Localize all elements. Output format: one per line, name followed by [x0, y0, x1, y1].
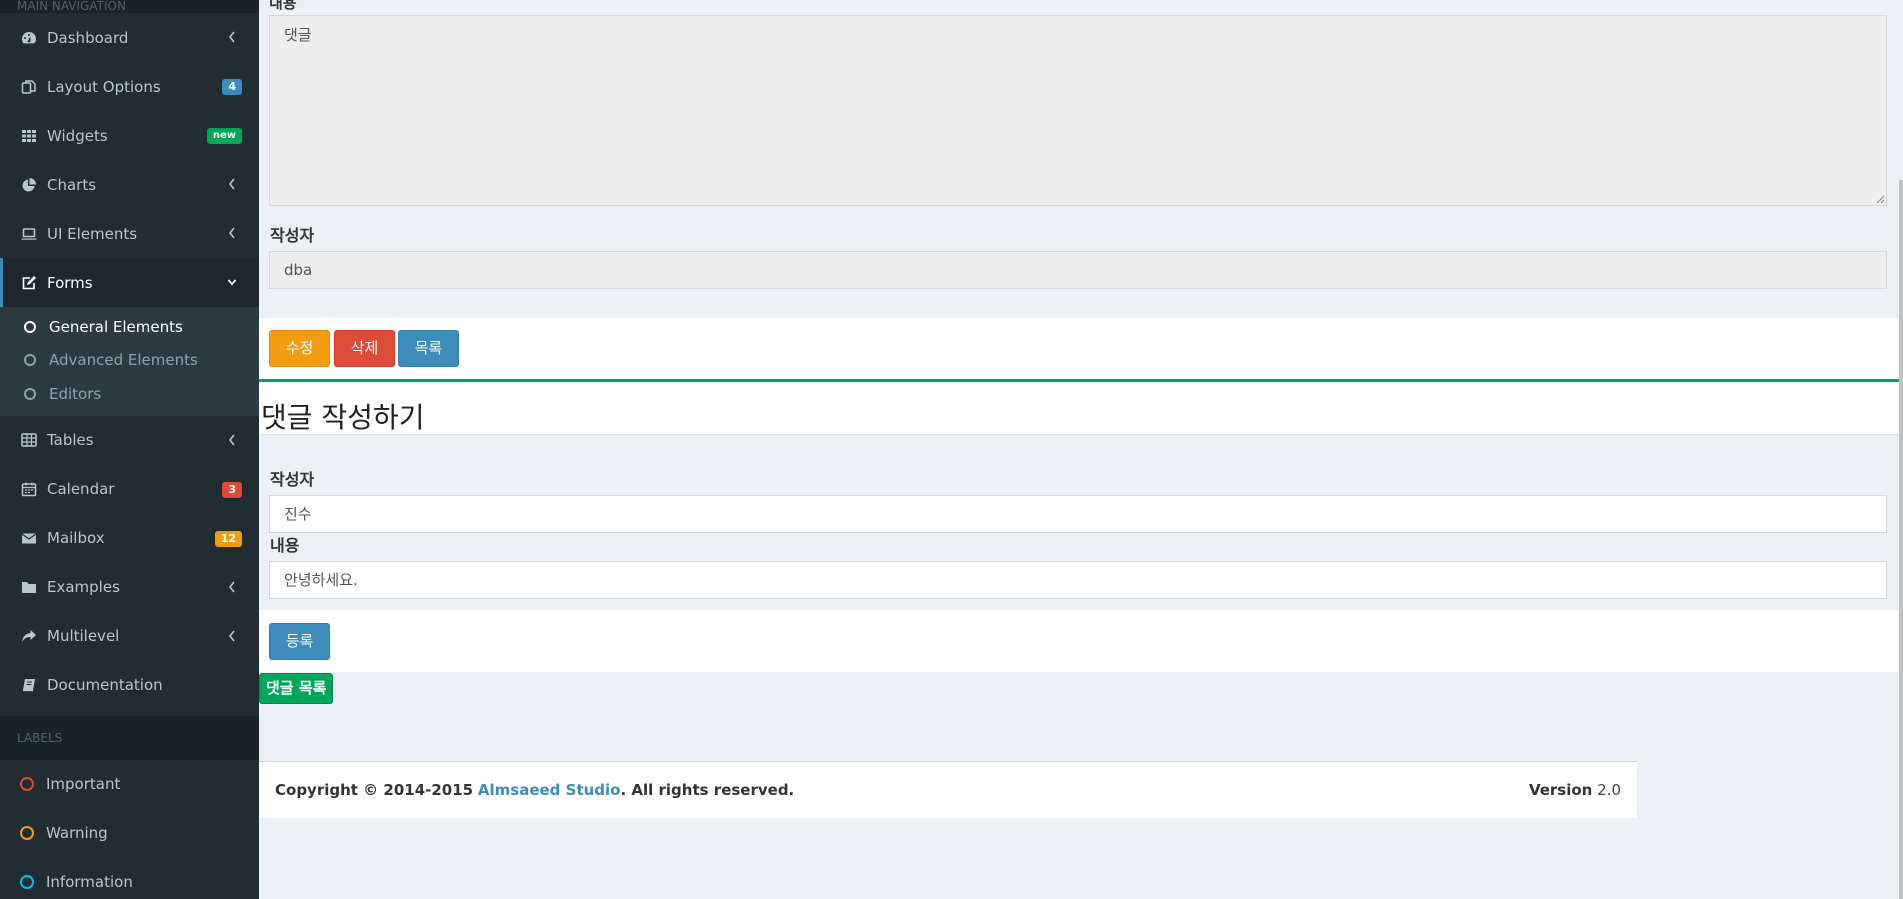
- label-text: Warning: [46, 824, 108, 842]
- label-text: Important: [46, 775, 121, 793]
- dashboard-icon: [20, 29, 38, 47]
- reply-writer-input[interactable]: 진수: [269, 495, 1887, 533]
- circle-icon: [24, 387, 36, 400]
- label-text: Information: [46, 873, 133, 891]
- table-icon: [20, 431, 38, 449]
- resize-grip-icon[interactable]: [1875, 194, 1885, 204]
- sidebar-item-multilevel[interactable]: Multilevel: [0, 612, 259, 661]
- rights-text: . All rights reserved.: [620, 781, 795, 799]
- version-label: Version: [1528, 781, 1593, 799]
- sidebar-subitem-editors[interactable]: Editors: [0, 377, 259, 411]
- sidebar-subitem-general-elements[interactable]: General Elements: [0, 310, 259, 344]
- share-icon: [20, 627, 38, 645]
- sidebar-item-layout-options[interactable]: Layout Options 4: [0, 62, 259, 111]
- angle-left-icon: [227, 30, 237, 44]
- sidebar-item-label: Documentation: [47, 676, 163, 694]
- reply-box-header: 댓글 작성하기: [259, 379, 1899, 435]
- widgets-new-badge: new: [206, 128, 242, 144]
- subitem-label: General Elements: [49, 317, 183, 336]
- sidebar-item-label: Mailbox: [47, 529, 105, 547]
- mailbox-count-badge: 12: [214, 530, 242, 547]
- envelope-icon: [20, 529, 38, 547]
- pie-chart-icon: [20, 176, 38, 194]
- page-scrollbar[interactable]: [1899, 180, 1903, 899]
- sidebar-item-forms[interactable]: Forms: [0, 258, 259, 307]
- folder-icon: [20, 578, 38, 596]
- remove-button[interactable]: 삭제: [334, 330, 395, 367]
- label-item-important[interactable]: Important: [0, 760, 259, 809]
- footer-version: Version 2.0: [1529, 781, 1621, 799]
- calendar-icon: [20, 480, 38, 498]
- sidebar-item-label: Layout Options: [47, 77, 161, 96]
- circle-icon: [20, 826, 34, 840]
- sidebar-item-label: Examples: [47, 578, 120, 596]
- angle-left-icon: [227, 629, 237, 643]
- sidebar-item-label: Dashboard: [47, 28, 129, 47]
- sidebar-item-label: Tables: [47, 431, 94, 449]
- sidebar-item-examples[interactable]: Examples: [0, 563, 259, 612]
- footer-copyright: Copyright © 2014-2015 Almsaeed Studio. A…: [275, 781, 794, 799]
- content-textarea[interactable]: 댓글: [269, 15, 1887, 206]
- sidebar-item-label: UI Elements: [47, 224, 138, 243]
- angle-left-icon: [227, 580, 237, 594]
- th-icon: [20, 127, 38, 145]
- writer-field[interactable]: dba: [269, 251, 1887, 289]
- subitem-label: Advanced Elements: [49, 351, 198, 370]
- sidebar-subitem-advanced-elements[interactable]: Advanced Elements: [0, 344, 259, 378]
- writer-label: 작성자: [270, 226, 315, 245]
- labels-header: LABELS: [0, 715, 259, 760]
- footer-brand-link[interactable]: Almsaeed Studio: [478, 781, 621, 799]
- sidebar-item-mailbox[interactable]: Mailbox 12: [0, 514, 259, 563]
- reply-content-input[interactable]: 안녕하세요.: [269, 561, 1887, 599]
- sidebar-item-calendar[interactable]: Calendar 3: [0, 465, 259, 514]
- angle-left-icon: [227, 433, 237, 447]
- board-button-box: 수정 삭제 목록: [259, 318, 1899, 379]
- modify-button[interactable]: 수정: [269, 330, 330, 367]
- label-item-warning[interactable]: Warning: [0, 809, 259, 858]
- circle-icon: [24, 320, 36, 333]
- main-navigation-header: MAIN NAVIGATION: [0, 0, 259, 13]
- sidebar-item-label: Forms: [47, 273, 93, 292]
- sidebar-item-label: Widgets: [47, 126, 108, 145]
- forms-submenu: General Elements Advanced Elements Edito…: [0, 307, 259, 416]
- label-item-information[interactable]: Information: [0, 858, 259, 899]
- laptop-icon: [20, 225, 38, 243]
- circle-icon: [20, 875, 34, 889]
- sidebar-item-dashboard[interactable]: Dashboard: [0, 13, 259, 62]
- calendar-count-badge: 3: [222, 481, 242, 498]
- sidebar: MAIN NAVIGATION Dashboard Layout Options…: [0, 0, 259, 899]
- reply-list-button[interactable]: 댓글 목록: [259, 673, 334, 704]
- sidebar-item-documentation[interactable]: Documentation: [0, 661, 259, 710]
- reply-writer-label: 작성자: [270, 470, 315, 489]
- edit-icon: [20, 274, 38, 292]
- sidebar-item-tables[interactable]: Tables: [0, 416, 259, 465]
- reply-submit-button[interactable]: 등록: [269, 623, 330, 660]
- subitem-label: Editors: [49, 384, 102, 403]
- angle-down-icon: [227, 275, 237, 289]
- reply-content-label: 내용: [270, 536, 300, 555]
- sidebar-item-label: Multilevel: [47, 627, 120, 645]
- list-button[interactable]: 목록: [398, 330, 459, 367]
- sidebar-item-label: Calendar: [47, 480, 115, 498]
- reply-button-box: 등록: [259, 610, 1899, 672]
- reply-box-title: 댓글 작성하기: [261, 401, 425, 434]
- sidebar-item-charts[interactable]: Charts: [0, 160, 259, 209]
- sidebar-item-widgets[interactable]: Widgets new: [0, 111, 259, 160]
- layout-options-count-badge: 4: [222, 79, 242, 95]
- files-icon: [20, 78, 38, 96]
- sidebar-item-label: Charts: [47, 175, 97, 194]
- main-footer: Copyright © 2014-2015 Almsaeed Studio. A…: [259, 761, 1637, 818]
- book-icon: [20, 676, 38, 694]
- circle-icon: [24, 354, 36, 367]
- angle-left-icon: [227, 226, 237, 240]
- copyright-text: Copyright © 2014-2015: [275, 781, 474, 799]
- circle-icon: [20, 777, 34, 791]
- version-value: 2.0: [1597, 781, 1621, 799]
- sidebar-item-ui-elements[interactable]: UI Elements: [0, 209, 259, 258]
- angle-left-icon: [227, 177, 237, 191]
- content-label: 내용: [269, 0, 297, 12]
